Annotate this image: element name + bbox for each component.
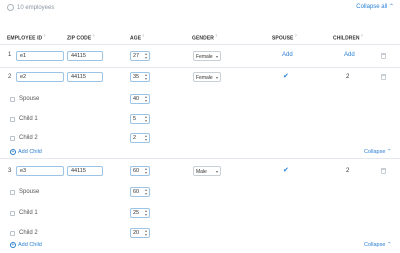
header-gender: GENDER?: [192, 33, 218, 42]
age-stepper[interactable]: 25 ▴ ▾: [130, 208, 150, 218]
add-child-button[interactable]: + Add Child: [10, 149, 42, 155]
children-count: 2: [346, 74, 350, 80]
person-icon: [10, 190, 15, 195]
checkmark-icon[interactable]: ✔: [283, 72, 289, 80]
help-icon: ?: [360, 33, 363, 38]
collapse-all-label: Collapse all: [356, 4, 388, 10]
trash-icon[interactable]: [381, 74, 386, 80]
age-value: 40: [133, 96, 140, 102]
age-stepper[interactable]: 35 ▴ ▾: [130, 72, 150, 82]
age-value: 5: [133, 116, 137, 122]
person-icon: [10, 211, 15, 216]
chevron-down-icon: ▾: [215, 54, 218, 59]
row-number: 2: [8, 74, 12, 80]
age-stepper[interactable]: 2 ▴ ▾: [130, 133, 150, 143]
age-stepper[interactable]: 60 ▴ ▾: [130, 187, 150, 197]
zip-code-input[interactable]: 44115: [67, 51, 103, 61]
row-number: 1: [8, 52, 12, 58]
sub-label-spouse: Spouse: [19, 189, 40, 195]
gender-value: Male: [196, 169, 207, 175]
age-value: 25: [133, 210, 140, 216]
collapse-link[interactable]: Collapse ⌃: [364, 242, 392, 248]
checkmark-icon[interactable]: ✔: [283, 166, 289, 174]
help-icon: ?: [294, 33, 297, 38]
trash-icon[interactable]: [381, 53, 386, 59]
trash-icon[interactable]: [381, 168, 386, 174]
header-spouse: SPOUSE?: [272, 33, 297, 42]
employee-count: 10 employees: [7, 4, 54, 11]
stepper-arrows-icon[interactable]: ▴ ▾: [145, 167, 147, 175]
person-icon: [10, 117, 15, 122]
person-icon: [10, 231, 15, 236]
header-employee-id: EMPLOYEE ID?: [7, 33, 46, 42]
plus-icon: +: [10, 149, 16, 155]
employee-id-input[interactable]: e2: [16, 72, 64, 82]
chevron-up-icon: ⌃: [388, 4, 394, 10]
age-value: 60: [133, 189, 140, 195]
employee-id-input[interactable]: e3: [16, 166, 64, 176]
stepper-arrows-icon[interactable]: ▴ ▾: [145, 229, 147, 237]
age-value: 35: [133, 74, 140, 80]
collapse-label: Collapse: [364, 149, 386, 155]
sub-label-child: Child 1: [19, 116, 38, 122]
age-value: 27: [133, 53, 140, 59]
header-zip-code: ZIP CODE?: [67, 33, 95, 42]
age-value: 2: [133, 135, 137, 141]
chevron-down-icon: ▾: [215, 75, 218, 80]
divider: [0, 67, 400, 68]
zip-code-input[interactable]: 44115: [67, 72, 103, 82]
sub-label-child: Child 2: [19, 230, 38, 236]
chevron-down-icon: ▾: [215, 169, 218, 174]
employee-count-label: 10 employees: [17, 4, 55, 11]
age-stepper[interactable]: 27 ▴ ▾: [130, 51, 150, 61]
age-value: 20: [133, 230, 140, 236]
add-spouse-link[interactable]: Add: [282, 52, 293, 58]
chevron-up-icon: ⌃: [386, 149, 392, 155]
gender-select[interactable]: Female ▾: [193, 72, 221, 82]
divider: [0, 44, 400, 45]
stepper-arrows-icon[interactable]: ▴ ▾: [145, 115, 147, 123]
help-icon: ?: [43, 33, 46, 38]
help-icon: ?: [215, 33, 218, 38]
sub-label-spouse: Spouse: [19, 96, 40, 102]
help-icon: ?: [92, 33, 95, 38]
stepper-arrows-icon[interactable]: ▴ ▾: [145, 209, 147, 217]
gender-select[interactable]: Male ▾: [193, 166, 221, 176]
employee-id-input[interactable]: e1: [16, 51, 64, 61]
children-count: 2: [346, 168, 350, 174]
add-child-button[interactable]: + Add Child: [10, 242, 42, 248]
add-child-label: Add Child: [18, 149, 42, 155]
help-icon: ?: [142, 33, 145, 38]
users-icon: [7, 4, 14, 11]
gender-value: Female: [196, 54, 213, 60]
add-child-label: Add Child: [18, 242, 42, 248]
stepper-arrows-icon[interactable]: ▴ ▾: [145, 134, 147, 142]
header-children: CHILDREN?: [333, 33, 363, 42]
stepper-arrows-icon[interactable]: ▴ ▾: [145, 52, 147, 60]
age-value: 60: [133, 168, 140, 174]
age-stepper[interactable]: 60 ▴ ▾: [130, 166, 150, 176]
age-stepper[interactable]: 40 ▴ ▾: [130, 94, 150, 104]
age-stepper[interactable]: 5 ▴ ▾: [130, 114, 150, 124]
person-icon: [10, 136, 15, 141]
row-number: 3: [8, 168, 12, 174]
sub-label-child: Child 1: [19, 210, 38, 216]
plus-icon: +: [10, 242, 16, 248]
stepper-arrows-icon[interactable]: ▴ ▾: [145, 73, 147, 81]
gender-value: Female: [196, 75, 213, 81]
zip-code-input[interactable]: 44115: [67, 166, 103, 176]
divider: [0, 158, 400, 159]
header-age: AGE?: [130, 33, 145, 42]
chevron-up-icon: ⌃: [386, 242, 392, 248]
age-stepper[interactable]: 20 ▴ ▾: [130, 228, 150, 238]
stepper-arrows-icon[interactable]: ▴ ▾: [145, 188, 147, 196]
stepper-arrows-icon[interactable]: ▴ ▾: [145, 95, 147, 103]
collapse-link[interactable]: Collapse ⌃: [364, 149, 392, 155]
sub-label-child: Child 2: [19, 135, 38, 141]
collapse-label: Collapse: [364, 242, 386, 248]
collapse-all-link[interactable]: Collapse all ⌃: [356, 3, 394, 10]
add-children-link[interactable]: Add: [344, 52, 355, 58]
gender-select[interactable]: Female ▾: [193, 51, 221, 61]
person-icon: [10, 97, 15, 102]
